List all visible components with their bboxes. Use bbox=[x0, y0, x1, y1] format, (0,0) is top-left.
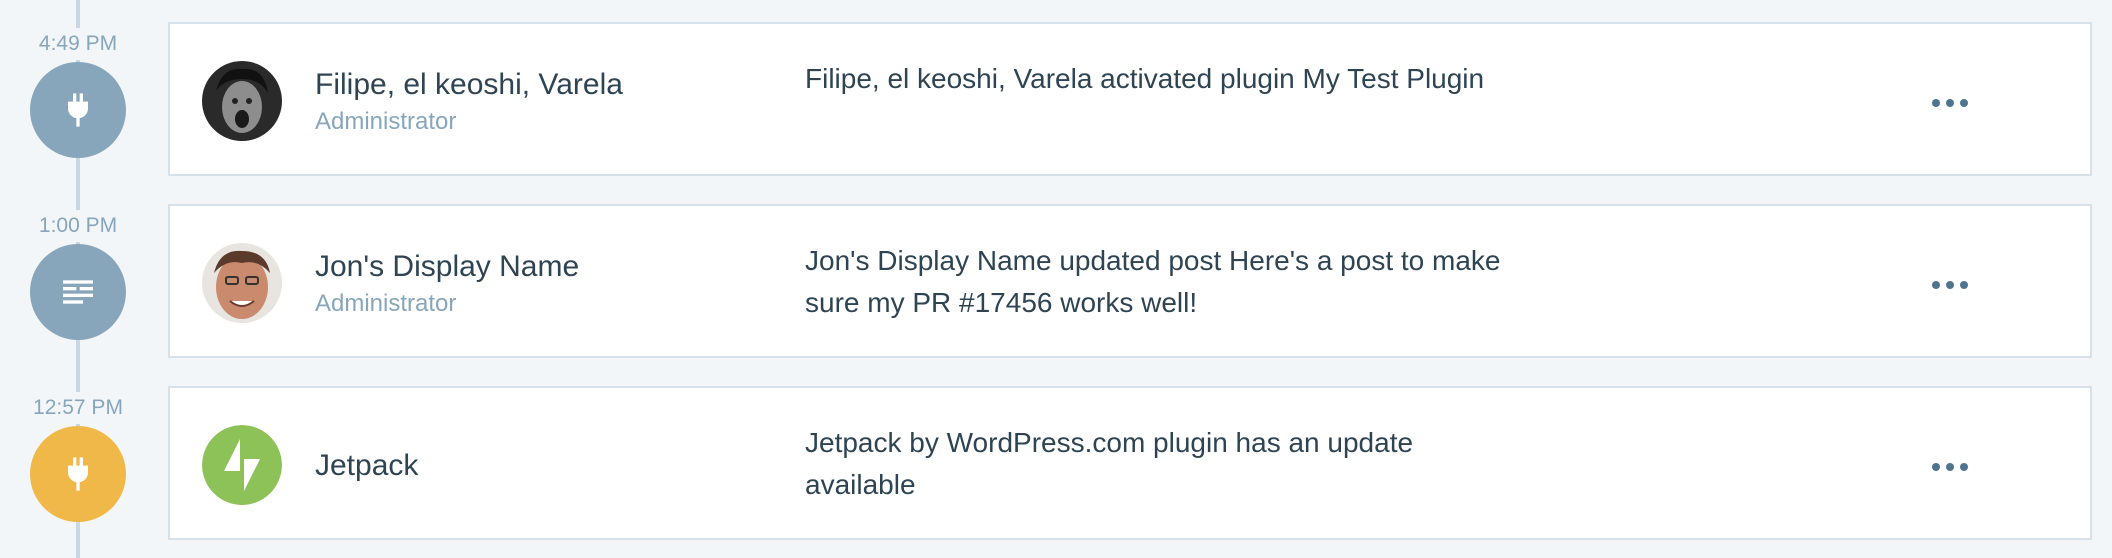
avatar-photo-icon bbox=[202, 61, 282, 141]
actor-name[interactable]: Jetpack bbox=[315, 448, 418, 484]
activity-description: Jon's Display Name updated post Here's a… bbox=[805, 245, 1501, 318]
more-actions-button[interactable] bbox=[1910, 78, 1990, 128]
activity-card: Filipe, el keoshi, Varela Administrator … bbox=[168, 22, 2092, 176]
avatar-photo-icon bbox=[202, 243, 282, 323]
plugin-type-badge bbox=[30, 62, 126, 158]
ellipsis-dot bbox=[1932, 99, 1940, 107]
actor-name[interactable]: Jon's Display Name bbox=[315, 249, 579, 285]
actor-role: Administrator bbox=[315, 108, 457, 135]
ellipsis-dot bbox=[1946, 99, 1954, 107]
more-actions-button[interactable] bbox=[1910, 260, 1990, 310]
plug-icon bbox=[68, 457, 88, 491]
jetpack-logo-icon bbox=[202, 425, 282, 505]
post-type-badge bbox=[30, 244, 126, 340]
ellipsis-dot bbox=[1932, 281, 1940, 289]
activity-entry: 12:57 PM Jetpack Jetpack by WordPress.co… bbox=[0, 386, 2112, 542]
ellipsis-dot bbox=[1960, 99, 1968, 107]
actor-name[interactable]: Filipe, el keoshi, Varela bbox=[315, 67, 623, 103]
avatar bbox=[202, 243, 282, 323]
entry-time: 12:57 PM bbox=[0, 392, 156, 424]
ellipsis-dot bbox=[1960, 281, 1968, 289]
activity-card: Jetpack Jetpack by WordPress.com plugin … bbox=[168, 386, 2092, 540]
activity-card: Jon's Display Name Administrator Jon's D… bbox=[168, 204, 2092, 358]
activity-description: Filipe, el keoshi, Varela activated plug… bbox=[805, 63, 1485, 94]
avatar bbox=[202, 61, 282, 141]
avatar bbox=[202, 425, 282, 505]
posts-icon bbox=[63, 280, 93, 304]
activity-description: Jetpack by WordPress.com plugin has an u… bbox=[805, 427, 1414, 500]
activity-entry: 1:00 PM Jon's Display Name Administrator… bbox=[0, 204, 2112, 360]
ellipsis-dot bbox=[1946, 281, 1954, 289]
ellipsis-dot bbox=[1932, 463, 1940, 471]
ellipsis-dot bbox=[1960, 463, 1968, 471]
ellipsis-dot bbox=[1946, 463, 1954, 471]
plugin-update-type-badge bbox=[30, 426, 126, 522]
plug-icon bbox=[68, 93, 88, 127]
more-actions-button[interactable] bbox=[1910, 442, 1990, 492]
activity-entry: 4:49 PM Filipe, el keoshi, Varela Admini… bbox=[0, 22, 2112, 178]
entry-time: 1:00 PM bbox=[0, 210, 156, 242]
actor-role: Administrator bbox=[315, 290, 457, 317]
entry-time: 4:49 PM bbox=[0, 28, 156, 60]
